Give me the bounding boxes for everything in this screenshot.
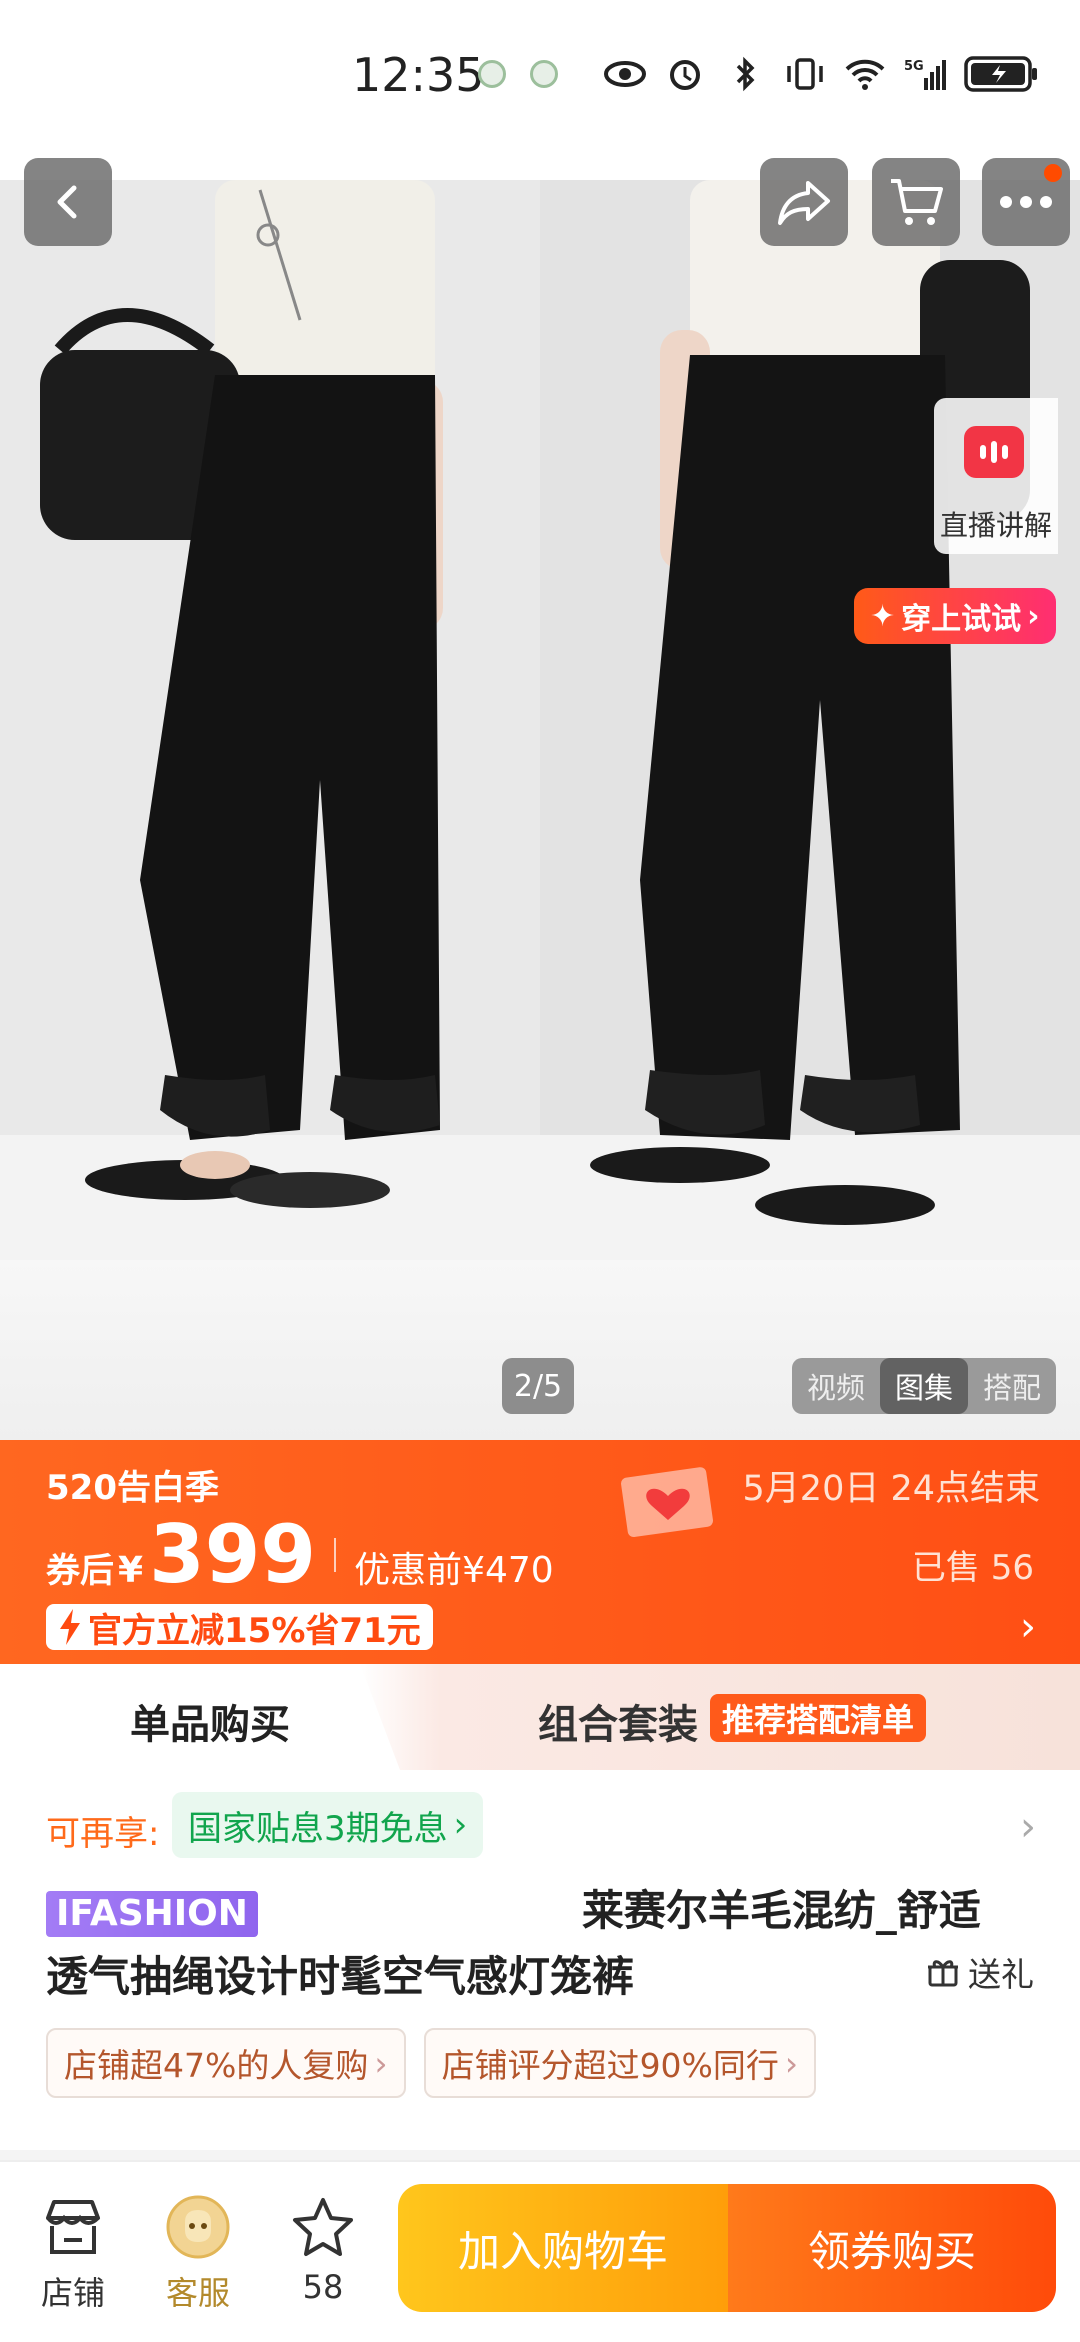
more-icon [1000, 196, 1052, 208]
chevron-right-icon: › [453, 1805, 468, 1845]
price-row: 券后 ¥ 399 优惠前¥470 [46, 1508, 554, 1601]
gift-button[interactable]: 送礼 [926, 1948, 1034, 1996]
share-button[interactable] [760, 158, 848, 246]
official-discount-text: 官方立减15%省71元 [88, 1610, 421, 1651]
notification-badge [1044, 164, 1062, 182]
repurchase-text: 店铺超47%的人复购 [64, 2046, 369, 2085]
tab-single-label[interactable]: 单品购买 [130, 1692, 290, 1750]
promo-banner[interactable]: 520告白季 5月20日 24点结束 券后 ¥ 399 优惠前¥470 已售 5… [0, 1440, 1080, 1664]
chevron-right-icon: › [374, 2043, 388, 2083]
alarm-icon [670, 60, 700, 90]
brand-badge: IFASHION [46, 1890, 258, 1937]
lightning-icon [60, 1609, 80, 1645]
svg-text:5G: 5G [904, 59, 924, 74]
battery-icon [964, 56, 1037, 92]
store-icon [46, 2200, 100, 2254]
envelope-icon [621, 1467, 713, 1538]
tab-outfit[interactable]: 搭配 [968, 1358, 1056, 1414]
cart-icon [891, 179, 943, 225]
chevron-right-icon: › [1020, 1604, 1036, 1650]
back-icon [57, 185, 77, 219]
rating-chip[interactable]: 店铺评分超过90%同行 › [423, 2028, 817, 2098]
favorite-button[interactable]: 58 [268, 2192, 378, 2306]
product-info: 可再享: 国家贴息3期免息 › › IFASHION 莱赛尔羊毛混纺_舒适 透气抽… [0, 1770, 1080, 2150]
live-icon [964, 426, 1024, 478]
repurchase-chip[interactable]: 店铺超47%的人复购 › [46, 2028, 406, 2098]
customer-service-button[interactable]: 客服 [143, 2192, 253, 2314]
favorite-count: 58 [302, 2268, 344, 2306]
store-label: 店铺 [40, 2274, 105, 2312]
promo-deadline: 5月20日 24点结束 [742, 1469, 1040, 1509]
tab-combo-set[interactable]: 组合套装 [538, 1692, 698, 1750]
vibrate-icon [787, 58, 823, 90]
tab-video[interactable]: 视频 [792, 1358, 880, 1414]
after-coupon-label: 券后 [46, 1551, 114, 1591]
product-photo [0, 180, 1080, 1260]
sold-count: 已售 56 [911, 1548, 1034, 1588]
installment-text: 国家贴息3期免息 [188, 1808, 448, 1849]
store-button[interactable]: 店铺 [18, 2192, 128, 2314]
title-line-2: 透气抽绳设计时髦空气感灯笼裤 [46, 1952, 635, 2001]
chevron-right-icon: › [1027, 598, 1040, 634]
chevron-right-icon: › [784, 2043, 799, 2083]
chevron-right-icon[interactable]: › [1020, 1804, 1036, 1850]
product-title: IFASHION 莱赛尔羊毛混纺_舒适 透气抽绳设计时髦空气感灯笼裤 [46, 1878, 1036, 2010]
claim-coupon-buy-button[interactable]: 领券购买 [728, 2184, 1056, 2312]
status-bar: 12:35 5G [0, 0, 1080, 180]
system-status-icons: 5G [604, 55, 1040, 93]
product-image-gallery[interactable] [0, 180, 1080, 1260]
notification-dot-icon [478, 60, 506, 88]
media-tabs[interactable]: 视频 图集 搭配 [792, 1358, 1056, 1414]
notification-icons [478, 60, 558, 88]
cart-button[interactable] [872, 158, 960, 246]
live-explain-label: 直播讲解 [939, 509, 1052, 542]
currency-symbol: ¥ [118, 1550, 144, 1591]
image-pager: 2/5 [502, 1358, 574, 1414]
gift-label: 送礼 [968, 1955, 1034, 1994]
title-line-1: 莱赛尔羊毛混纺_舒适 [581, 1886, 981, 1935]
try-on-label: 穿上试试 [901, 602, 1022, 637]
gift-icon [928, 1960, 958, 1987]
price-divider [334, 1537, 337, 1572]
store-highlights: 店铺超47%的人复购 › 店铺评分超过90%同行 › [46, 2028, 817, 2098]
more-button[interactable] [982, 158, 1070, 246]
tab-gallery[interactable]: 图集 [880, 1358, 968, 1414]
original-price: 优惠前¥470 [354, 1550, 554, 1591]
signal-icon: 5G [904, 59, 946, 90]
add-to-cart-button[interactable]: 加入购物车 [398, 2184, 728, 2312]
service-label: 客服 [165, 2274, 230, 2312]
bluetooth-icon [736, 56, 755, 92]
bottom-action-bar: 店铺 客服 58 加入购物车 领券购买 [0, 2160, 1080, 2342]
recommended-outfit-badge[interactable]: 推荐搭配清单 [710, 1694, 927, 1742]
sparkle-icon: ✦ [870, 598, 896, 634]
try-on-button[interactable]: ✦ 穿上试试 › [854, 588, 1056, 644]
notification-dot-icon [530, 60, 558, 88]
live-explain-button[interactable]: 直播讲解 [934, 398, 1058, 554]
extra-benefit-label: 可再享: [46, 1814, 160, 1854]
event-name: 520告白季 [46, 1468, 219, 1508]
share-icon [778, 181, 830, 225]
eye-icon [604, 61, 646, 87]
star-icon [293, 2198, 353, 2256]
rating-text: 店铺评分超过90%同行 [441, 2046, 779, 2085]
installment-chip[interactable]: 国家贴息3期免息 › [172, 1792, 484, 1858]
wifi-icon [845, 59, 885, 90]
official-discount-badge: 官方立减15%省71元 [46, 1604, 433, 1651]
service-icon [166, 2195, 230, 2259]
status-time: 12:35 [352, 48, 485, 102]
current-price: 399 [149, 1508, 317, 1601]
purchase-tabs[interactable]: 单品购买 组合套装 推荐搭配清单 [0, 1664, 1080, 1770]
back-button[interactable] [24, 158, 112, 246]
